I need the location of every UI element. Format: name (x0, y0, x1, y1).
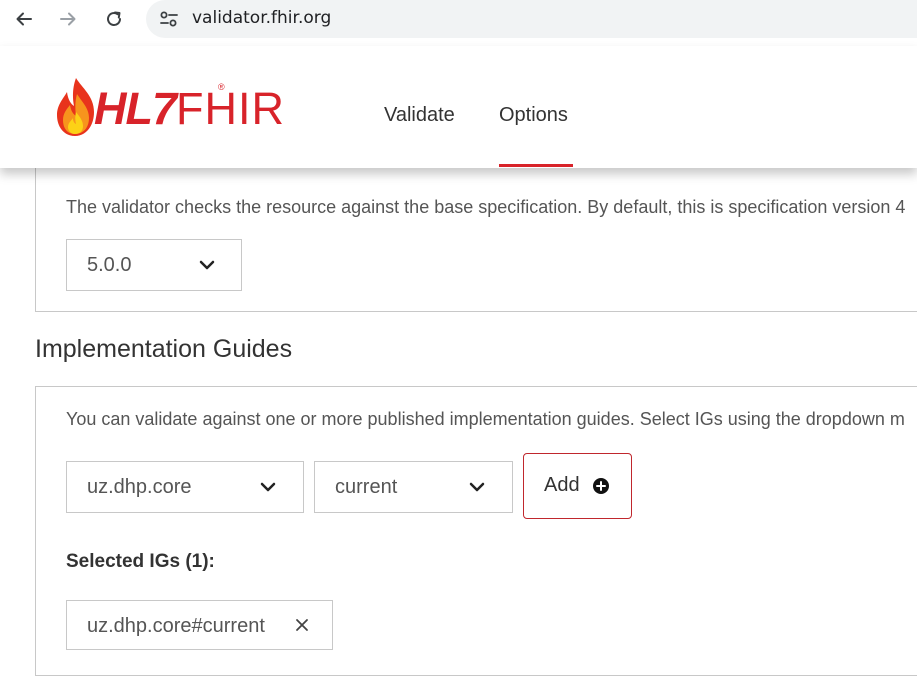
ig-select-value: uz.dhp.core (87, 476, 192, 498)
reload-icon (107, 11, 121, 26)
chevron-down-icon (260, 482, 276, 492)
address-bar[interactable]: validator.fhir.org (146, 0, 917, 38)
hl7-fhir-logo[interactable]: HL7FHIR ® (54, 76, 304, 138)
tab-validate[interactable]: Validate (384, 104, 455, 127)
fhir-version-panel: The validator checks the resource agains… (35, 168, 917, 312)
logo-fhir-text: FHIR (176, 83, 286, 134)
reload-button[interactable] (100, 5, 128, 33)
flame-icon (57, 78, 94, 136)
back-button[interactable] (10, 5, 38, 33)
close-icon[interactable] (295, 618, 309, 632)
section-title-implementation-guides: Implementation Guides (35, 335, 293, 363)
site-header: HL7FHIR ® Validate Options (0, 46, 917, 168)
arrow-right-icon (60, 12, 76, 26)
registered-mark: ® (218, 82, 225, 92)
site-info-button[interactable] (158, 9, 180, 29)
url-text[interactable]: validator.fhir.org (192, 8, 331, 28)
forward-button[interactable] (54, 5, 82, 33)
tune-icon (160, 11, 178, 27)
active-tab-indicator (499, 164, 573, 167)
logo-hl7-text: HL7 (94, 83, 177, 134)
ig-version-select[interactable]: current (314, 461, 513, 513)
tab-options[interactable]: Options (499, 104, 568, 127)
implementation-guides-panel: You can validate against one or more pub… (35, 386, 917, 676)
logo-wordmark: HL7FHIR (94, 84, 285, 134)
ig-version-value: current (335, 476, 398, 498)
version-description: The validator checks the resource agains… (66, 197, 906, 217)
selected-ig-label: uz.dhp.core#current (87, 615, 265, 637)
ig-description: You can validate against one or more pub… (66, 409, 905, 429)
plus-circle-icon (593, 478, 609, 494)
selected-ig-chip: uz.dhp.core#current (66, 600, 333, 650)
chevron-down-icon (199, 260, 215, 270)
fhir-version-select[interactable]: 5.0.0 (66, 239, 242, 291)
fhir-version-value: 5.0.0 (87, 254, 132, 276)
chevron-down-icon (469, 482, 485, 492)
selected-igs-label: Selected IGs (1): (66, 551, 215, 572)
arrow-left-icon (16, 12, 32, 26)
add-ig-button[interactable]: Add (523, 453, 632, 519)
ig-select[interactable]: uz.dhp.core (66, 461, 304, 513)
browser-toolbar: validator.fhir.org (0, 0, 917, 38)
add-button-label: Add (544, 474, 580, 496)
